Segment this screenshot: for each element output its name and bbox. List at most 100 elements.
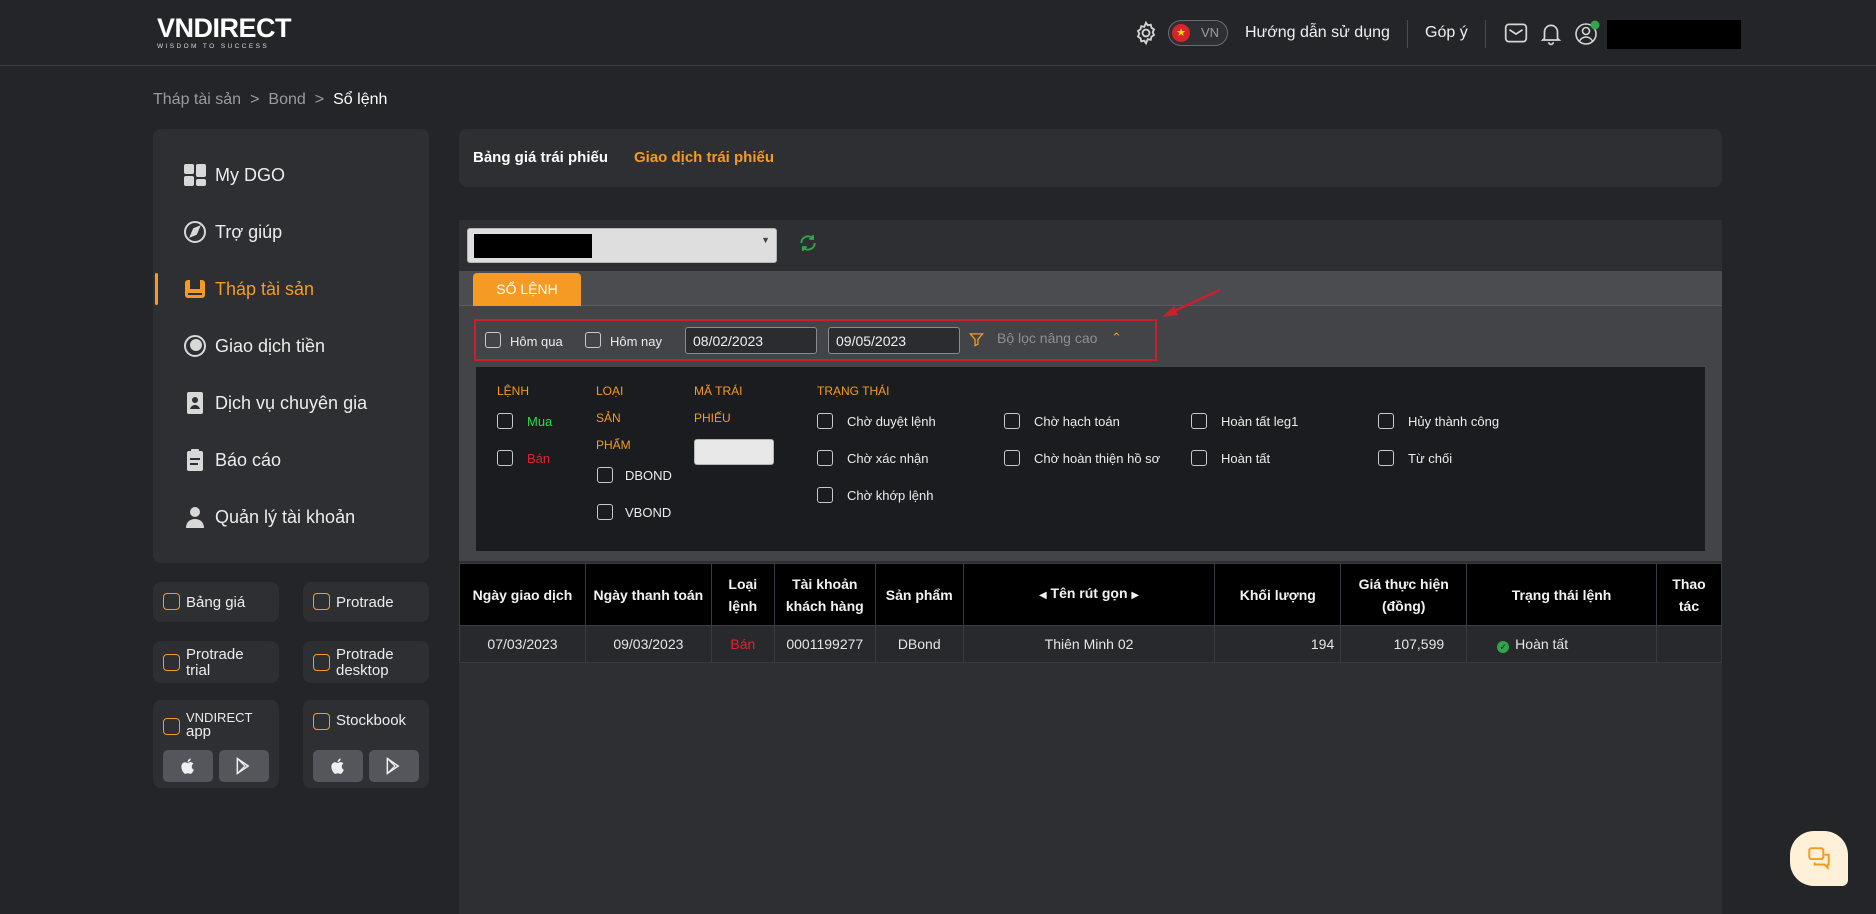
quick-link-label: Protrade (336, 594, 394, 611)
dbond-label: DBOND (625, 468, 672, 483)
sidebar-item-label: My DGO (215, 164, 285, 185)
status-checkbox[interactable] (1004, 413, 1020, 429)
col-settle-date[interactable]: Ngày thanh toán (584, 563, 712, 626)
status-label: Chờ khớp lệnh (847, 488, 934, 503)
header-divider (1407, 20, 1408, 48)
sidebar-item-my-dgo[interactable]: My DGO (153, 153, 429, 197)
app-store-button[interactable] (163, 750, 213, 782)
tab-bond-trading[interactable]: Giao dịch trái phiếu (634, 149, 774, 166)
order-side-header: LỆNH (497, 384, 530, 398)
check-circle-icon: ✓ (1497, 640, 1510, 653)
sidebar-item-money-transactions[interactable]: Giao dịch tiền (153, 324, 429, 368)
caret-left-icon: ◀ (1038, 590, 1047, 601)
vndirect-logo[interactable]: VNDIRECT WISDOM TO SUCCESS (157, 14, 302, 54)
cell-account: 0001199277 (773, 625, 876, 663)
table-row[interactable]: 07/03/2023 09/03/2023 Bán 0001199277 DBo… (459, 625, 1723, 663)
status-text: Hoàn tất (1515, 635, 1569, 652)
quick-link-protrade[interactable]: Protrade (303, 582, 429, 622)
user-icon (186, 507, 204, 528)
language-switch[interactable]: ★ VN (1168, 20, 1228, 46)
col-status[interactable]: Trạng thái lệnh (1466, 563, 1657, 626)
status-checkbox[interactable] (817, 487, 833, 503)
quick-link-label: desktop (336, 662, 389, 679)
order-book-tab-strip: SỔ LỆNH (459, 271, 1722, 306)
money-icon (184, 335, 206, 357)
status-checkbox[interactable] (817, 413, 833, 429)
google-play-button[interactable] (369, 750, 419, 782)
buy-checkbox[interactable] (497, 413, 513, 429)
breadcrumb-item[interactable]: Bond (268, 91, 305, 108)
cell-volume: 194 (1214, 625, 1342, 663)
sidebar-item-expert-service[interactable]: Dịch vụ chuyên gia (153, 381, 429, 425)
status-checkbox[interactable] (1378, 413, 1394, 429)
apple-icon (331, 758, 344, 774)
col-account[interactable]: Tài khoản khách hàng (773, 563, 876, 626)
dbond-checkbox[interactable] (597, 467, 613, 483)
sidebar-item-account-management[interactable]: Quản lý tài khoản (153, 495, 429, 539)
vbond-checkbox[interactable] (597, 504, 613, 520)
sidebar-item-label: Dịch vụ chuyên gia (215, 392, 368, 413)
status-checkbox[interactable] (1191, 413, 1207, 429)
apple-icon (181, 758, 194, 774)
info-icon (313, 713, 330, 730)
sidebar-item-help[interactable]: Trợ giúp (153, 210, 429, 254)
breadcrumb-item[interactable]: Tháp tài sản (153, 91, 241, 108)
wallet-icon (185, 280, 205, 298)
quick-link-protrade-trial[interactable]: Protrade trial (153, 641, 279, 683)
sell-checkbox[interactable] (497, 450, 513, 466)
sidebar-item-label: Giao dịch tiền (215, 335, 326, 356)
user-guide-link[interactable]: Hướng dẫn sử dụng (1245, 24, 1390, 42)
col-price[interactable]: Giá thực hiện (đồng) (1340, 563, 1468, 626)
chevron-down-icon: ▼ (761, 235, 770, 245)
chat-support-button[interactable] (1790, 831, 1848, 886)
col-trade-date[interactable]: Ngày giao dịch (459, 563, 586, 626)
user-account-icon[interactable] (1574, 20, 1600, 46)
col-short-name[interactable]: ◀ Tên rút gọn ▶ (962, 563, 1216, 626)
status-label: Chờ xác nhận (847, 451, 929, 466)
cell-trade-date: 07/03/2023 (459, 625, 586, 663)
col-volume[interactable]: Khối lượng (1214, 563, 1342, 626)
bond-code-header: PHIẾU (694, 411, 731, 425)
sidebar-item-asset-tower[interactable]: Tháp tài sản (153, 267, 429, 311)
quick-link-price-board[interactable]: Bảng giá (153, 582, 279, 622)
vietnam-flag-icon: ★ (1172, 24, 1190, 42)
advanced-filter-panel: LỆNH Mua Bán LOẠI SẢN PHẨM DBOND VBOND M… (476, 367, 1705, 551)
cell-action (1655, 625, 1723, 663)
sidebar-item-label: Trợ giúp (215, 221, 283, 242)
account-select[interactable]: ▼ (467, 228, 777, 263)
trend-icon (163, 654, 180, 671)
google-play-button[interactable] (219, 750, 269, 782)
sidebar-item-label: Báo cáo (215, 449, 282, 470)
tab-order-book[interactable]: SỔ LỆNH (473, 273, 581, 306)
report-icon (187, 449, 203, 471)
top-header: VNDIRECT WISDOM TO SUCCESS ★ VN Hướng dẫ… (0, 0, 1876, 66)
status-checkbox[interactable] (817, 450, 833, 466)
status-checkbox[interactable] (1378, 450, 1394, 466)
col-order-type[interactable]: Loại lệnh (710, 563, 775, 626)
status-checkbox[interactable] (1191, 450, 1207, 466)
sidebar-menu: My DGO Trợ giúp Tháp tài sản Giao dịch t… (153, 129, 429, 563)
mail-icon[interactable] (1503, 20, 1529, 46)
app-store-button[interactable] (313, 750, 363, 782)
sell-label: Bán (527, 451, 551, 466)
col-product[interactable]: Sản phẩm (874, 563, 964, 626)
status-checkbox[interactable] (1004, 450, 1020, 466)
quick-link-protrade-desktop[interactable]: Protrade desktop (303, 641, 429, 683)
annotation-highlight-box (474, 319, 1157, 361)
logo-tagline: WISDOM TO SUCCESS (157, 43, 270, 50)
settings-gear-icon[interactable] (1133, 20, 1159, 46)
expert-icon (187, 392, 203, 414)
dashboard-icon (184, 164, 206, 186)
cell-order-type: Bán (710, 625, 775, 663)
tab-bond-price-board[interactable]: Bảng giá trái phiếu (473, 149, 608, 166)
status-header: TRẠNG THÁI (817, 384, 890, 398)
refresh-icon[interactable] (798, 233, 818, 253)
notification-bell-icon[interactable] (1538, 20, 1564, 46)
feedback-link[interactable]: Góp ý (1425, 24, 1468, 42)
quick-link-label: Protrade (336, 646, 394, 663)
annotation-arrow-icon (1162, 288, 1221, 317)
status-label: Chờ duyệt lệnh (847, 414, 936, 429)
sidebar-item-reports[interactable]: Báo cáo (153, 438, 429, 482)
col-action: Thao tác (1655, 563, 1723, 626)
bond-code-input[interactable] (694, 439, 774, 465)
